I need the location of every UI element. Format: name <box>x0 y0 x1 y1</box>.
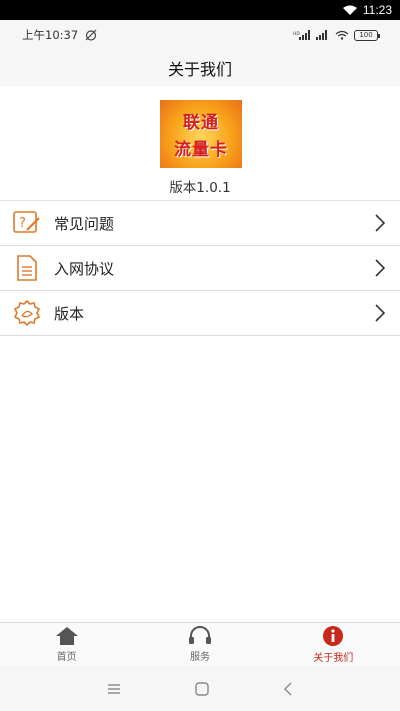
status-bar: 上午10:37 HD 100 <box>0 20 400 50</box>
menu-item-label: 入网协议 <box>54 259 115 278</box>
menu-item-label: 常见问题 <box>54 214 115 233</box>
tab-about[interactable]: 关于我们 <box>267 623 400 666</box>
tab-label: 服务 <box>189 652 210 663</box>
system-time: 11:23 <box>362 3 392 17</box>
system-status-bar: 11:23 <box>0 0 400 20</box>
tab-label: 关于我们 <box>313 653 354 664</box>
signal-icon <box>316 30 327 40</box>
home-nav-icon[interactable] <box>195 681 209 696</box>
status-time: 上午10:37 <box>22 28 79 42</box>
tab-home[interactable]: 首页 <box>0 623 133 666</box>
home-icon <box>55 627 78 645</box>
info-icon <box>323 626 344 646</box>
back-nav-icon[interactable] <box>283 682 293 696</box>
menu-item-version[interactable]: 版本 <box>0 291 400 336</box>
battery-icon: 100 <box>354 29 380 41</box>
tab-service[interactable]: 服务 <box>133 623 266 666</box>
bottom-tab-bar: 首页 服务 关于我们 <box>0 622 400 666</box>
menu-nav-icon[interactable] <box>107 683 121 695</box>
logo-line-2: 流量卡 <box>174 140 228 160</box>
chevron-right-icon <box>374 303 388 323</box>
alarm-off-icon <box>85 29 97 41</box>
svg-text:?: ? <box>19 216 26 231</box>
menu-item-faq[interactable]: ? 常见问题 <box>0 201 400 246</box>
chevron-right-icon <box>374 258 388 278</box>
system-nav-bar <box>0 666 400 711</box>
page-title: 关于我们 <box>167 60 232 79</box>
title-bar: 关于我们 <box>0 50 400 86</box>
signal-hd-icon: HD <box>293 30 310 40</box>
document-icon <box>12 253 42 283</box>
battery-level: 100 <box>359 31 373 39</box>
badge-icon <box>12 298 42 328</box>
svg-text:HD: HD <box>293 31 300 37</box>
menu-item-agreement[interactable]: 入网协议 <box>0 246 400 291</box>
logo-line-1: 联通 <box>183 113 219 133</box>
headset-icon <box>188 626 211 644</box>
app-logo: 联通 流量卡 <box>160 100 242 168</box>
menu-item-label: 版本 <box>54 304 85 323</box>
version-text: 版本1.0.1 <box>169 180 231 196</box>
tab-label: 首页 <box>56 652 77 663</box>
wifi-icon <box>342 5 357 15</box>
wifi-status-icon <box>335 30 349 40</box>
chevron-right-icon <box>374 213 388 233</box>
faq-edit-icon: ? <box>12 208 42 238</box>
menu-list: ? 常见问题 入网协议 版本 <box>0 200 400 336</box>
